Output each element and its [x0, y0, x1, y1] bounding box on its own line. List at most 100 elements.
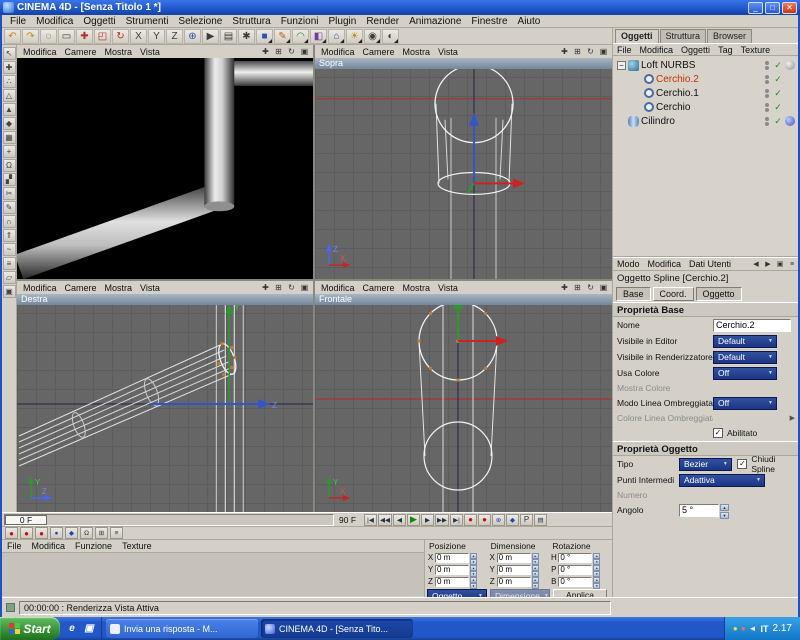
- volume-icon[interactable]: ◄: [749, 625, 757, 633]
- viewport-menu-item[interactable]: Camere: [61, 47, 101, 57]
- display-mode-icon[interactable]: ◐: [382, 29, 399, 44]
- minimize-button[interactable]: _: [748, 2, 763, 14]
- viewport-menu-item[interactable]: Camere: [61, 283, 101, 293]
- ie-icon[interactable]: e: [65, 622, 79, 636]
- usa-colore-dropdown[interactable]: Off: [713, 367, 777, 380]
- enable-check-icon[interactable]: ✓: [773, 60, 783, 71]
- render-settings-icon[interactable]: ✱: [238, 29, 255, 44]
- close-button[interactable]: ✕: [782, 2, 797, 14]
- menu-item[interactable]: Modo: [613, 259, 644, 269]
- spinner[interactable]: ▲▼: [532, 565, 539, 575]
- keyframe-icon[interactable]: ◆: [65, 527, 78, 539]
- object-name[interactable]: Cerchio.2: [656, 74, 763, 85]
- object-name[interactable]: Cerchio.1: [656, 88, 763, 99]
- menu-item[interactable]: File: [2, 541, 27, 551]
- prev-key-icon[interactable]: ◀◀: [378, 514, 392, 526]
- rotation-input[interactable]: [558, 553, 592, 563]
- viewport-menu-item[interactable]: Mostra: [101, 283, 137, 293]
- viewport-menu-item[interactable]: Modifica: [19, 47, 61, 57]
- pan-view-icon[interactable]: ✚: [558, 46, 571, 57]
- next-key-icon[interactable]: ▶▶: [435, 514, 449, 526]
- rect-selection-icon[interactable]: ▭: [58, 29, 75, 44]
- update-icon[interactable]: ●: [733, 625, 738, 633]
- manager-tab[interactable]: Struttura: [660, 29, 707, 43]
- coord-system-icon[interactable]: ⊕: [184, 29, 201, 44]
- material-list-area[interactable]: [2, 553, 424, 596]
- browser-toggle-icon[interactable]: ▤: [534, 514, 547, 526]
- menu-item[interactable]: Plugin: [324, 16, 362, 27]
- viewport-menu-item[interactable]: Vista: [434, 47, 462, 57]
- add-scene-icon[interactable]: ⌂: [328, 29, 345, 44]
- start-button[interactable]: Start: [0, 617, 60, 640]
- tree-row[interactable]: − Loft NURBS ✓: [613, 58, 798, 72]
- rotate-icon[interactable]: ↻: [112, 29, 129, 44]
- modo-linea-dropdown[interactable]: Off: [713, 397, 777, 410]
- visibility-toggles[interactable]: [765, 103, 769, 112]
- add-modeling-icon[interactable]: ◧: [310, 29, 327, 44]
- array-icon[interactable]: ≡: [3, 257, 16, 270]
- pen-icon[interactable]: ✎: [3, 201, 16, 214]
- menu-item[interactable]: Render: [361, 16, 404, 27]
- spinner[interactable]: ▲▼: [532, 577, 539, 587]
- record-rotation-icon[interactable]: ●: [35, 527, 48, 539]
- spinner[interactable]: ▲▼: [532, 553, 539, 563]
- menu-item[interactable]: Aiuto: [513, 16, 546, 27]
- object-name[interactable]: Cilindro: [641, 116, 763, 127]
- record-pla-icon[interactable]: ●: [50, 527, 63, 539]
- language-indicator[interactable]: IT: [761, 624, 769, 634]
- menu-item[interactable]: Animazione: [404, 16, 466, 27]
- nome-input[interactable]: [713, 319, 791, 332]
- zoom-view-icon[interactable]: ⊞: [272, 46, 285, 57]
- attribute-tab[interactable]: Coord.: [653, 287, 694, 301]
- viewport-menu-item[interactable]: Camere: [359, 47, 399, 57]
- toggle-view-icon[interactable]: ▣: [298, 46, 311, 57]
- add-light-icon[interactable]: ☀: [346, 29, 363, 44]
- viewport-menu-item[interactable]: Modifica: [19, 283, 61, 293]
- axis-x-icon[interactable]: X: [130, 29, 147, 44]
- enable-check-icon[interactable]: ✓: [773, 116, 783, 127]
- menu-item[interactable]: Modifica: [31, 16, 78, 27]
- enable-check-icon[interactable]: ✓: [773, 88, 783, 99]
- manager-tab[interactable]: Browser: [707, 29, 752, 43]
- add-spline-icon[interactable]: ✎: [274, 29, 291, 44]
- menu-item[interactable]: Funzione: [70, 541, 117, 551]
- menu-item[interactable]: Texture: [737, 45, 775, 55]
- redo-icon[interactable]: ↷: [22, 29, 39, 44]
- punti-intermedi-dropdown[interactable]: Adattiva: [679, 474, 765, 487]
- expander-icon[interactable]: −: [617, 61, 626, 70]
- manager-tab[interactable]: Oggetti: [615, 29, 659, 43]
- smooth-icon[interactable]: ~: [3, 243, 16, 256]
- angolo-spinner[interactable]: ▲▼: [720, 504, 729, 517]
- magnet-small-icon[interactable]: Ω: [80, 527, 93, 539]
- workplane-icon[interactable]: ▱: [3, 271, 16, 284]
- menu-item[interactable]: Strumenti: [121, 16, 174, 27]
- rotate-view-icon[interactable]: ↻: [285, 282, 298, 293]
- record-position-icon[interactable]: ●: [5, 527, 18, 539]
- spinner[interactable]: ▲▼: [593, 553, 600, 563]
- viewport-menu-item[interactable]: Vista: [136, 283, 164, 293]
- add-camera-icon[interactable]: ◉: [364, 29, 381, 44]
- rotate-view-icon[interactable]: ↻: [285, 46, 298, 57]
- top-view-canvas[interactable]: Sopra: [315, 58, 612, 279]
- visibile-editor-dropdown[interactable]: Default: [713, 335, 777, 348]
- menu-item[interactable]: Selezione: [173, 16, 227, 27]
- lock-icon[interactable]: ▣: [3, 285, 16, 298]
- toggle-view-icon[interactable]: ▣: [298, 282, 311, 293]
- record-parameter-icon[interactable]: P: [520, 514, 533, 526]
- visibility-toggles[interactable]: [765, 75, 769, 84]
- snap-icon[interactable]: ⊞: [95, 527, 108, 539]
- task-button[interactable]: CINEMA 4D - [Senza Tito...: [261, 619, 413, 638]
- rotation-input[interactable]: [558, 577, 592, 587]
- viewport-menu-item[interactable]: Modifica: [317, 47, 359, 57]
- visibile-render-dropdown[interactable]: Default: [713, 351, 777, 364]
- rotate-view-icon[interactable]: ↻: [584, 282, 597, 293]
- viewport-menu-item[interactable]: Mostra: [101, 47, 137, 57]
- menu-item[interactable]: Finestre: [466, 16, 512, 27]
- goto-start-icon[interactable]: |◀: [364, 514, 377, 526]
- size-input[interactable]: [497, 553, 531, 563]
- next-frame-icon[interactable]: ▶: [421, 514, 434, 526]
- tipo-dropdown[interactable]: Bezier: [679, 458, 732, 471]
- tag-icon[interactable]: [785, 116, 795, 126]
- antivirus-icon[interactable]: ●: [741, 625, 746, 633]
- expand-arrow-icon[interactable]: ▶: [790, 414, 795, 422]
